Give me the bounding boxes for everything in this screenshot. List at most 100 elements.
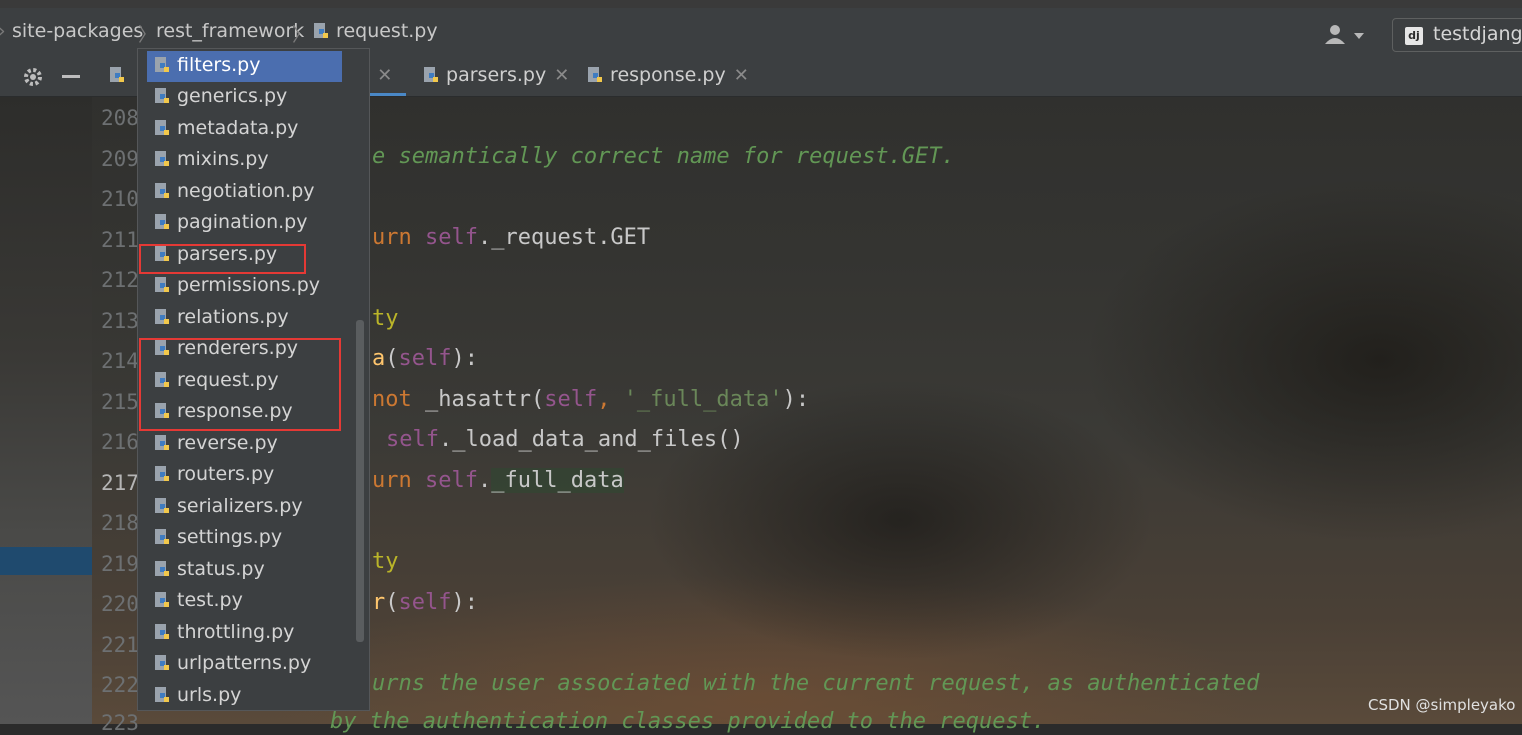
user-icon[interactable] (1324, 24, 1368, 46)
run-configuration-selector[interactable]: dj testdjango (1392, 18, 1522, 52)
code-line-220: r(self): (372, 590, 478, 615)
popup-scrollbar[interactable] (356, 320, 364, 642)
python-file-icon (155, 183, 169, 198)
list-item[interactable]: pagination.py (147, 208, 343, 239)
title-strip (0, 0, 1522, 8)
python-file-icon (155, 624, 169, 639)
list-item[interactable]: settings.py (147, 523, 343, 554)
python-file-icon (155, 214, 169, 229)
list-item-label: test.py (177, 589, 243, 611)
python-file-icon (155, 655, 169, 670)
python-file-icon (155, 592, 169, 607)
list-item[interactable]: permissions.py (147, 271, 343, 302)
current-line-number: 217 (101, 471, 139, 495)
list-item-label: settings.py (177, 526, 283, 548)
list-item[interactable]: urls.py (147, 681, 343, 712)
code-line-222: urns the user associated with the curren… (372, 671, 1260, 696)
run-configuration-label: testdjango (1433, 23, 1522, 45)
close-icon[interactable]: ✕ (734, 65, 749, 86)
code-line-209: e semantically correct name for request.… (372, 144, 955, 169)
python-file-icon (155, 120, 169, 135)
python-file-icon (155, 561, 169, 576)
python-file-icon (155, 687, 169, 702)
python-file-icon (155, 529, 169, 544)
close-icon[interactable]: ✕ (377, 65, 392, 86)
line-number: 219 (101, 552, 139, 576)
list-item-label: throttling.py (177, 621, 295, 643)
list-item[interactable]: serializers.py (147, 492, 343, 523)
list-item-label: permissions.py (177, 274, 321, 296)
highlight-box-parsers (139, 244, 306, 274)
line-number: 211 (101, 228, 139, 252)
python-file-icon (155, 309, 169, 324)
code-line-217: urn self._full_data (372, 468, 624, 493)
list-item-label: pagination.py (177, 211, 308, 233)
code-line-219: ty (372, 549, 399, 574)
list-item[interactable]: reverse.py (147, 429, 343, 460)
code-line-215: not _hasattr(self, '_full_data'): (372, 387, 810, 412)
code-line-223: by the authentication classes provided t… (330, 709, 1046, 734)
line-number: 210 (101, 187, 139, 211)
gear-icon[interactable] (22, 66, 44, 88)
list-item[interactable]: filters.py (147, 51, 342, 82)
list-item-label: urls.py (177, 684, 242, 706)
list-item[interactable]: negotiation.py (147, 177, 343, 208)
line-number: 220 (101, 592, 139, 616)
python-file-icon (155, 277, 169, 292)
list-item[interactable]: relations.py (147, 303, 343, 334)
tab-views[interactable] (108, 58, 126, 96)
django-icon: dj (1405, 27, 1423, 45)
list-item-label: relations.py (177, 306, 289, 328)
list-item[interactable]: throttling.py (147, 618, 343, 649)
line-number: 212 (101, 268, 139, 292)
list-item-label: routers.py (177, 463, 275, 485)
line-number: 216 (101, 430, 139, 454)
line-number: 218 (101, 511, 139, 535)
tab-parsers[interactable]: parsers.py ✕ (422, 58, 569, 96)
python-file-icon (155, 435, 169, 450)
tab-response-label: response.py (610, 64, 726, 86)
list-item-label: negotiation.py (177, 180, 315, 202)
line-number: 214 (101, 349, 139, 373)
line-number: 208 (101, 106, 139, 130)
close-icon[interactable]: ✕ (554, 65, 569, 86)
list-item[interactable]: metadata.py (147, 114, 343, 145)
minimize-icon[interactable] (62, 75, 80, 78)
list-item[interactable]: mixins.py (147, 145, 343, 176)
list-item[interactable]: test.py (147, 586, 343, 617)
breadcrumb-separator: 〉 (138, 24, 158, 46)
list-item[interactable]: routers.py (147, 460, 343, 491)
line-number: 213 (101, 309, 139, 333)
highlight-box-request-response (139, 338, 341, 431)
list-item-label: mixins.py (177, 148, 269, 170)
python-file-icon (155, 498, 169, 513)
breadcrumb-rest-framework[interactable]: rest_framework (156, 20, 304, 42)
python-file-icon (424, 67, 438, 82)
line-number: 209 (101, 147, 139, 171)
tab-response[interactable]: response.py ✕ (586, 58, 749, 96)
python-file-icon (314, 23, 328, 38)
project-tree-selection[interactable] (0, 547, 92, 575)
line-number: 221 (101, 633, 139, 657)
breadcrumb-request-py[interactable]: request.py (312, 20, 438, 42)
list-item-label: status.py (177, 558, 265, 580)
python-file-icon (155, 88, 169, 103)
list-item[interactable]: generics.py (147, 82, 343, 113)
line-number: 223 (101, 711, 139, 735)
python-file-icon (155, 151, 169, 166)
python-file-icon (155, 466, 169, 481)
python-file-icon (588, 67, 602, 82)
watermark: CSDN @simpleyako (1368, 696, 1516, 714)
code-line-214: a(self): (372, 346, 478, 371)
breadcrumb-site-packages[interactable]: site-packages (12, 20, 143, 42)
list-item-label: serializers.py (177, 495, 303, 517)
list-item-label: urlpatterns.py (177, 652, 312, 674)
list-item[interactable]: urlpatterns.py (147, 649, 343, 680)
line-number: 222 (101, 673, 139, 697)
python-file-icon (155, 57, 169, 72)
list-item[interactable]: status.py (147, 555, 343, 586)
list-item-label: reverse.py (177, 432, 278, 454)
list-item-label: metadata.py (177, 117, 299, 139)
project-panel-background (0, 96, 92, 724)
code-line-216: self._load_data_and_files() (386, 427, 744, 452)
